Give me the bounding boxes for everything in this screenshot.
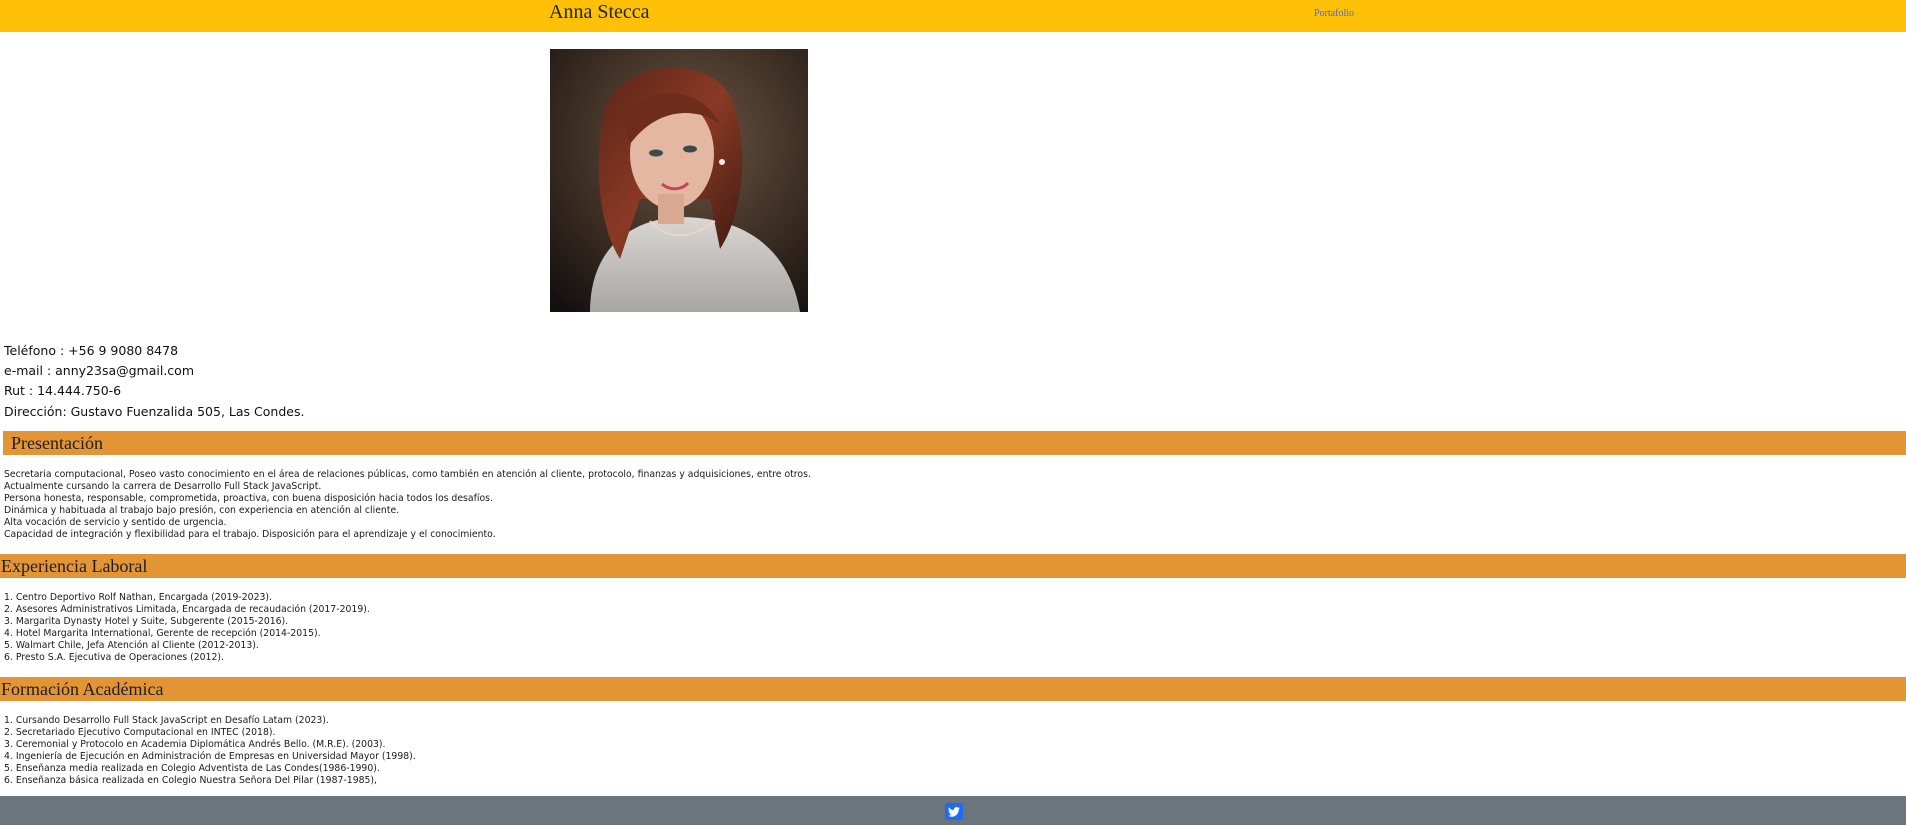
presentacion-line: Capacidad de integración y flexibilidad … xyxy=(4,529,496,540)
section-heading-experiencia: Experiencia Laboral xyxy=(0,554,1906,578)
section-heading-presentacion: Presentación xyxy=(3,431,1906,455)
list-item: 3. Ceremonial y Protocolo en Academia Di… xyxy=(4,739,386,750)
contact-rut: Rut : 14.444.750-6 xyxy=(4,383,122,399)
twitter-icon[interactable] xyxy=(945,803,963,820)
contact-phone: Teléfono : +56 9 9080 8478 xyxy=(4,343,179,358)
contact-email: e-mail : anny23sa@gmail.com xyxy=(4,363,195,379)
presentacion-line: Alta vocación de servicio y sentido de u… xyxy=(4,517,227,528)
list-item: 2. Asesores Administrativos Limitada, En… xyxy=(4,604,370,615)
presentacion-text: Secretaria computacional, Poseo vasto co… xyxy=(4,469,811,541)
list-item: 1. Cursando Desarrollo Full Stack JavaSc… xyxy=(4,715,329,726)
experiencia-list: 1. Centro Deportivo Rolf Nathan, Encarga… xyxy=(4,592,370,664)
profile-photo xyxy=(550,49,808,312)
presentacion-line: Dinámica y habituada al trabajo bajo pre… xyxy=(4,505,400,516)
contact-info: Teléfono : +56 9 9080 8478 e-mail : anny… xyxy=(4,341,304,422)
list-item: 3. Margarita Dynasty Hotel y Suite, Subg… xyxy=(4,616,289,627)
list-item: 5. Walmart Chile, Jefa Atención al Clien… xyxy=(4,640,259,651)
presentacion-line: Persona honesta, responsable, comprometi… xyxy=(4,493,493,504)
section-heading-formacion: Formación Académica xyxy=(0,677,1906,701)
contact-address: Dirección: Gustavo Fuenzalida 505, Las C… xyxy=(4,403,305,419)
brand-link[interactable]: Anna Stecca xyxy=(549,1,650,24)
presentacion-line: Actualmente cursando la carrera de Desar… xyxy=(4,481,322,492)
top-navbar: Anna Stecca Portafolio xyxy=(0,0,1906,32)
nav-link-portafolio[interactable]: Portafolio xyxy=(1314,8,1354,19)
formacion-list: 1. Cursando Desarrollo Full Stack JavaSc… xyxy=(4,715,416,787)
list-item: 1. Centro Deportivo Rolf Nathan, Encarga… xyxy=(4,592,272,603)
list-item: 6. Enseñanza básica realizada en Colegio… xyxy=(4,775,378,786)
list-item: 6. Presto S.A. Ejecutiva de Operaciones … xyxy=(4,652,224,663)
presentacion-line: Secretaria computacional, Poseo vasto co… xyxy=(4,469,811,480)
list-item: 4. Ingeniería de Ejecución en Administra… xyxy=(4,751,416,762)
list-item: 2. Secretariado Ejecutivo Computacional … xyxy=(4,727,276,738)
list-item: 5. Enseñanza media realizada en Colegio … xyxy=(4,763,380,774)
list-item: 4. Hotel Margarita International, Gerent… xyxy=(4,628,321,639)
footer xyxy=(0,796,1906,825)
